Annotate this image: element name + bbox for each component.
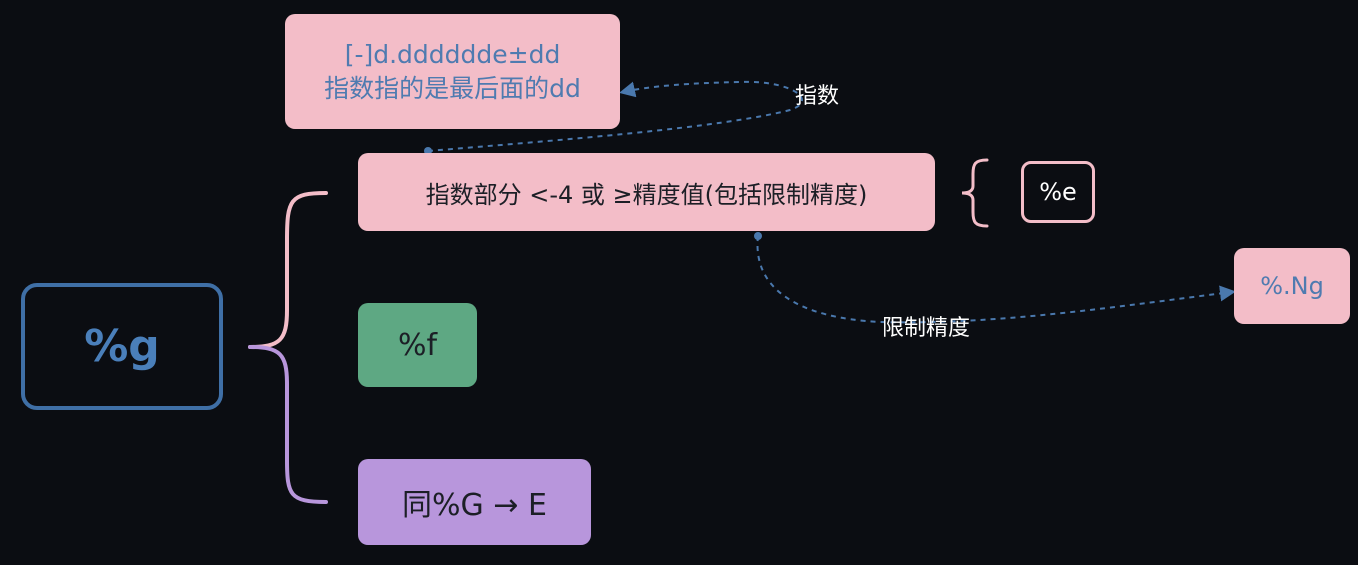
ng-format-node[interactable]: %.Ng <box>1234 248 1350 324</box>
edge-precision-start-dot <box>754 232 762 240</box>
f-format-node[interactable]: %f <box>358 303 477 387</box>
root-node-g[interactable]: %g <box>21 283 223 410</box>
exponent-condition-label: 指数部分 <-4 或 ≥精度值(包括限制精度) <box>425 180 868 209</box>
format-description-node[interactable]: [-]d.dddddde±dd 指数指的是最后面的dd <box>285 14 620 129</box>
G-format-node[interactable]: 同%G → E <box>358 459 591 545</box>
brace-upper <box>248 191 328 349</box>
edge-precision <box>756 235 1236 324</box>
G-format-label: 同%G → E <box>402 488 547 523</box>
brace-small <box>961 158 989 228</box>
e-format-label: %e <box>1039 178 1077 206</box>
root-node-label: %g <box>84 321 160 372</box>
e-format-node[interactable]: %e <box>1021 161 1095 223</box>
format-line-1: [-]d.dddddde±dd <box>344 39 561 69</box>
exponent-condition-node[interactable]: 指数部分 <-4 或 ≥精度值(包括限制精度) <box>358 153 935 231</box>
format-line-2: 指数指的是最后面的dd <box>324 73 581 103</box>
ng-format-label: %.Ng <box>1260 272 1324 300</box>
f-format-label: %f <box>397 327 438 363</box>
edge-label-exponent: 指数 <box>795 84 840 109</box>
edge-label-precision: 限制精度 <box>882 316 971 341</box>
brace-lower <box>248 345 328 504</box>
